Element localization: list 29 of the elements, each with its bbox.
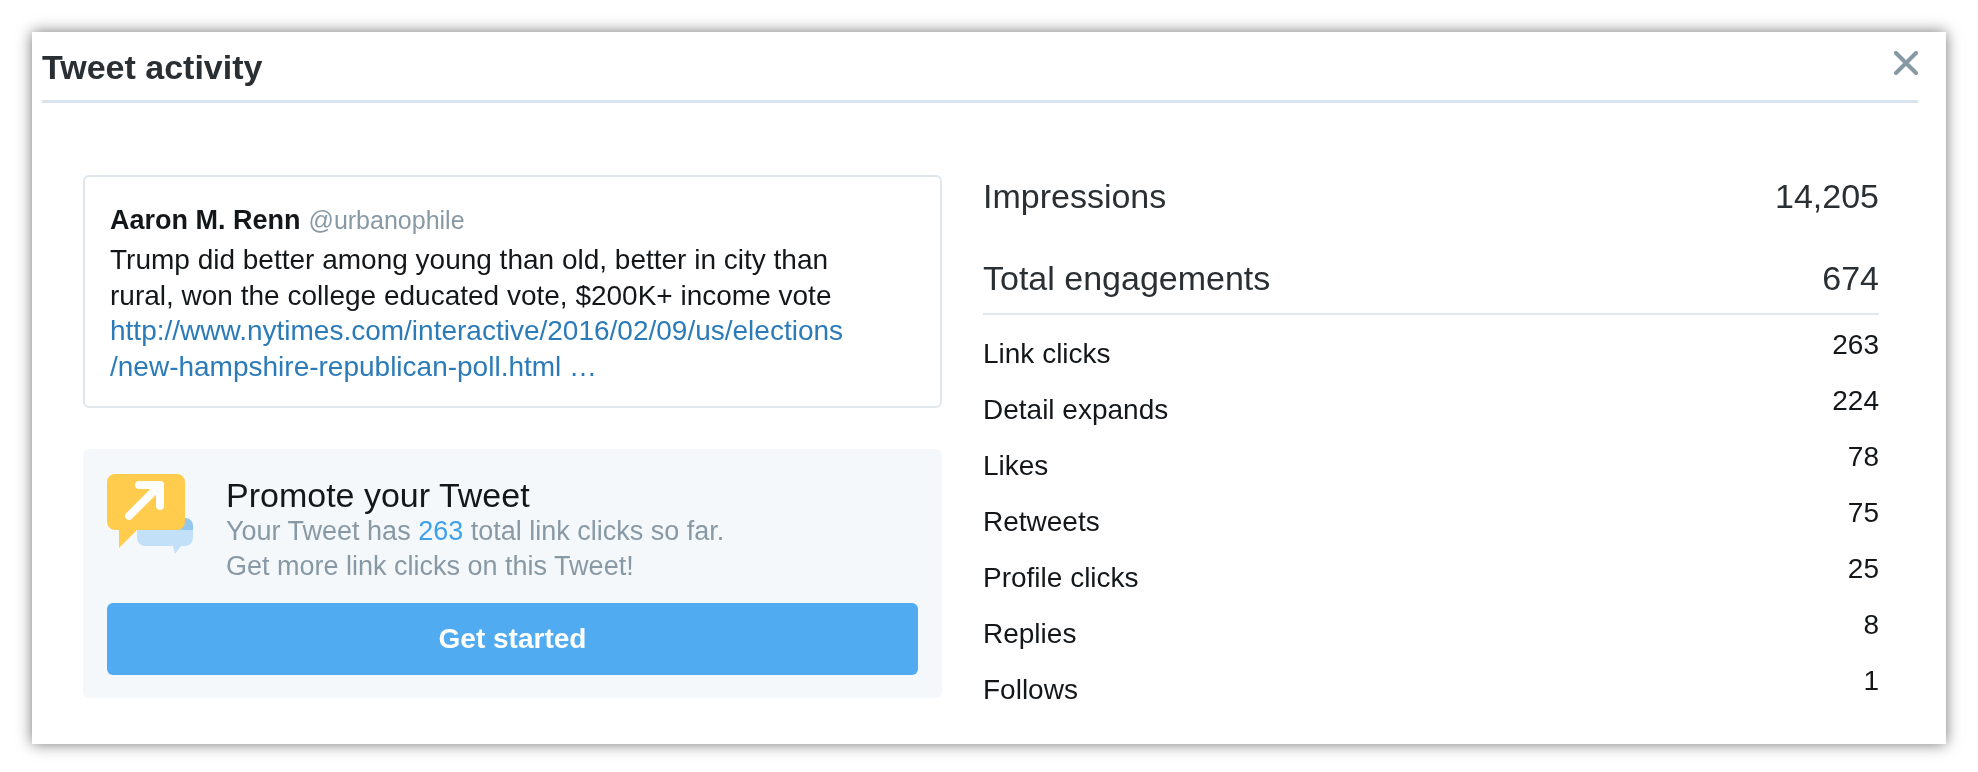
engagement-value: 224 <box>1832 386 1879 416</box>
engagement-value: 1 <box>1863 666 1879 696</box>
get-started-button[interactable]: Get started <box>107 603 918 675</box>
engagement-value: 75 <box>1847 498 1879 528</box>
engagement-label: Likes <box>983 451 1049 481</box>
metric-label: Impressions <box>983 176 1167 217</box>
tweet-text: Trump did better among young than old, better in city than rural, won the college educated vote, $200K+ income vote <box>110 243 833 313</box>
dialog-title: Tweet activity <box>42 48 263 86</box>
engagement-label: Replies <box>983 619 1077 649</box>
promote-title: Promote your Tweet <box>226 476 531 514</box>
engagement-value: 8 <box>1863 610 1879 640</box>
metric-label: Total engagements <box>983 258 1271 299</box>
author-handle: @urbanophile <box>308 205 465 236</box>
metric-value: 674 <box>1822 258 1879 299</box>
engagement-label: Detail expands <box>983 395 1169 425</box>
engagement-label: Follows <box>983 675 1078 705</box>
author-name: Aaron M. Renn <box>110 204 301 237</box>
metric-value: 14,205 <box>1775 176 1879 217</box>
engagement-label: Retweets <box>983 507 1100 537</box>
engagement-value: 25 <box>1847 554 1879 584</box>
close-icon <box>1894 51 1918 75</box>
engagement-value: 263 <box>1832 330 1879 360</box>
promote-message: Your Tweet has 263 total link clicks so far. Get more link clicks on this Tweet! <box>226 515 725 583</box>
speech-bubbles-arrow-icon <box>107 474 193 554</box>
close-button[interactable] <box>1894 51 1918 75</box>
engagement-value: 78 <box>1847 442 1879 472</box>
tweet-link[interactable]: http://www.nytimes.com/interactive/2016/02/09/us/elections /new-hampshire-republican-poll.html … <box>110 313 844 384</box>
engagement-label: Link clicks <box>983 339 1111 369</box>
engagement-label: Profile clicks <box>983 563 1139 593</box>
